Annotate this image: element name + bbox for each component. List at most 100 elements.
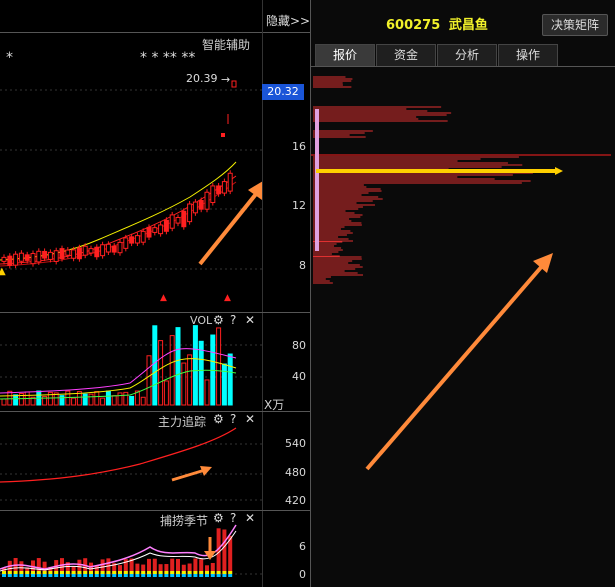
season-bar <box>170 558 175 577</box>
candle <box>204 189 210 213</box>
season-bar <box>210 562 215 577</box>
decision-matrix-button[interactable]: 决策矩阵 <box>542 14 608 36</box>
volume-bar <box>198 340 204 406</box>
season-bar <box>100 559 105 577</box>
volume-bar <box>94 391 100 406</box>
volume-bar <box>192 325 198 406</box>
vol-axis-tick: 80 <box>292 339 306 352</box>
volume-bar <box>216 327 222 406</box>
tab-label: 分析 <box>454 48 479 62</box>
price-tag-value: 20.32 <box>267 85 299 98</box>
tab-label: 资金 <box>393 48 418 62</box>
volume-bar <box>140 396 146 406</box>
candle <box>76 244 82 262</box>
mainforce-axis-tick: 540 <box>285 437 306 450</box>
candle <box>88 245 94 257</box>
volume-bar <box>227 353 233 406</box>
candle <box>192 199 198 216</box>
candle <box>227 170 233 195</box>
tab-quote[interactable]: 报价 <box>315 44 375 66</box>
volume-bars <box>1 325 233 406</box>
candle <box>134 232 140 247</box>
price-chart: ▲ ▲ ▲ <box>0 80 262 303</box>
price-tag: 20.32 <box>262 84 304 100</box>
candle <box>1 254 7 265</box>
season-bar <box>176 558 180 577</box>
svg-text:▲: ▲ <box>224 293 231 303</box>
volume-bar <box>158 340 164 406</box>
volume-bar <box>169 335 175 406</box>
stock-name: 武昌鱼 <box>448 18 488 33</box>
season-bar <box>152 558 157 577</box>
stock-code: 600275 <box>386 18 441 33</box>
svg-text:▲: ▲ <box>160 293 167 303</box>
candle <box>158 221 164 237</box>
main-force-chart <box>0 427 262 501</box>
candle <box>169 211 175 232</box>
volume-bar <box>204 379 210 406</box>
volume-bar <box>146 355 152 406</box>
volume-bar <box>100 397 106 406</box>
volume-bar <box>111 395 117 406</box>
volume-bar <box>129 395 135 406</box>
season-bar <box>164 564 169 577</box>
season-chart <box>0 524 262 577</box>
volume-bar <box>1 398 7 406</box>
vol-axis-tick: 40 <box>292 370 306 383</box>
volume-bar <box>71 397 77 406</box>
volume-bar <box>13 394 19 406</box>
season-bar <box>25 567 30 577</box>
volume-bar <box>59 395 65 406</box>
season-bar <box>141 564 146 577</box>
candle <box>47 249 53 263</box>
volume-bar <box>117 392 123 406</box>
price-axis-tick: 16 <box>292 140 306 153</box>
candle <box>100 241 106 259</box>
candle <box>210 182 216 206</box>
candle <box>163 217 169 235</box>
price-axis-tick: 12 <box>292 199 306 212</box>
volume-bar <box>187 354 193 406</box>
candle <box>231 80 237 88</box>
season-axis-tick: 6 <box>299 540 306 553</box>
volume-chart <box>0 325 262 406</box>
candle <box>117 239 123 256</box>
season-bar <box>19 561 24 577</box>
tab-funds[interactable]: 资金 <box>376 44 436 66</box>
season-bar <box>181 564 186 577</box>
candle <box>152 224 158 236</box>
volume-bar <box>123 391 129 406</box>
season-bar <box>106 558 111 577</box>
tab-analysis[interactable]: 分析 <box>437 44 497 66</box>
chip-bars <box>313 76 533 284</box>
volume-bar <box>7 390 13 406</box>
season-bar <box>199 559 204 577</box>
candle <box>13 251 19 269</box>
volume-bar <box>181 362 187 406</box>
volume-bar <box>152 325 158 406</box>
season-bar <box>71 566 76 577</box>
mainforce-axis-tick: 420 <box>285 494 306 507</box>
volume-bar <box>105 390 111 406</box>
season-bar <box>147 558 151 577</box>
season-bar <box>135 563 140 577</box>
season-bar <box>118 565 122 577</box>
season-bar <box>158 564 163 577</box>
season-bar <box>187 563 192 577</box>
cost-range-bar <box>315 109 319 251</box>
tab-operate[interactable]: 操作 <box>498 44 558 66</box>
hide-button[interactable]: 隐藏>> <box>266 12 310 29</box>
season-bar <box>77 559 82 577</box>
chip-distribution-chart <box>311 76 611 471</box>
candle <box>221 133 225 137</box>
tab-label: 报价 <box>332 48 357 62</box>
season-axis-tick: 0 <box>299 568 306 581</box>
candle <box>140 228 146 246</box>
volume-bar <box>163 380 169 406</box>
season-bars <box>2 528 233 577</box>
decision-matrix-label: 决策矩阵 <box>550 18 599 32</box>
season-bar <box>228 535 233 577</box>
svg-text:▲: ▲ <box>0 266 6 277</box>
volume-bar <box>221 363 227 406</box>
season-bar <box>193 558 198 577</box>
